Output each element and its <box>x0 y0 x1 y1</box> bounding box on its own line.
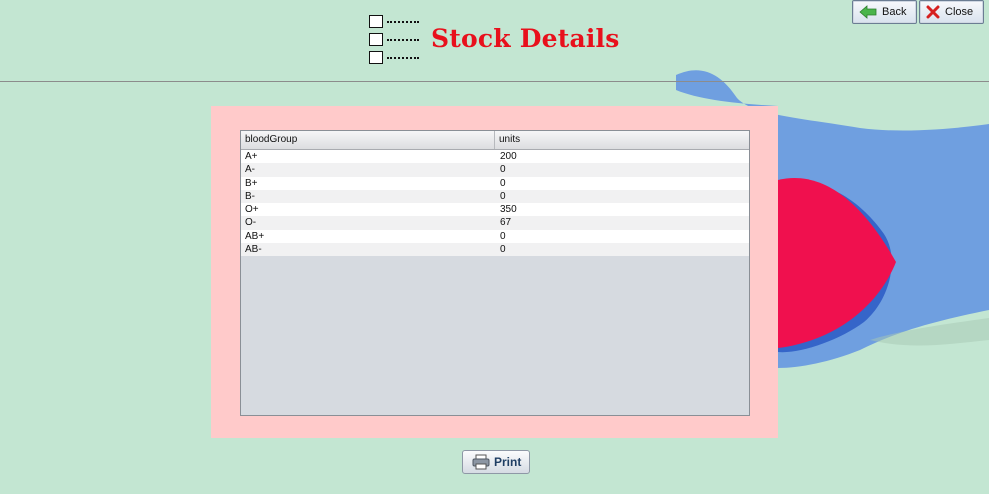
table-row[interactable]: B+ 0 <box>241 176 749 190</box>
cell-bloodgroup: A+ <box>245 151 258 162</box>
cell-bloodgroup: O+ <box>245 204 259 216</box>
back-button[interactable]: Back <box>852 0 917 24</box>
table-row[interactable]: B- 0 <box>241 189 749 204</box>
cell-units: 0 <box>500 177 506 189</box>
cell-units: 0 <box>500 164 506 176</box>
printer-icon <box>472 454 490 470</box>
cell-bloodgroup: O- <box>245 217 257 229</box>
table-row[interactable]: A+ 200 <box>241 150 749 164</box>
back-button-label: Back <box>882 6 907 18</box>
stock-table[interactable]: bloodGroup units A+ 200 A- 0 B+ 0 B- 0 O+ 350… <box>240 130 750 416</box>
gear-icon <box>369 33 383 46</box>
cell-units: 0 <box>500 244 506 256</box>
picture-icon <box>369 15 383 28</box>
page-title: Stock Details <box>431 24 620 53</box>
cell-units: 200 <box>500 151 517 162</box>
cell-units: 0 <box>500 230 506 242</box>
print-button[interactable]: Print <box>462 450 530 474</box>
cell-bloodgroup: A- <box>245 164 255 176</box>
dotted-line <box>387 57 419 59</box>
cell-units: 67 <box>500 217 512 229</box>
sun-icon <box>369 51 383 64</box>
cell-bloodgroup: B- <box>245 190 255 202</box>
close-button-label: Close <box>945 6 974 18</box>
cell-bloodgroup: AB- <box>245 244 262 256</box>
table-row[interactable]: O+ 350 <box>241 203 749 217</box>
table-body: A+ 200 A- 0 B+ 0 B- 0 O+ 350 O- 67 AB+ 0 AB- 0 <box>241 150 749 257</box>
table-row[interactable]: O- 67 <box>241 216 749 230</box>
table-row[interactable]: AB- 0 <box>241 243 749 257</box>
cell-units: 0 <box>500 190 506 202</box>
back-arrow-icon <box>859 5 877 19</box>
close-button[interactable]: Close <box>919 0 984 24</box>
column-header-bloodgroup[interactable]: bloodGroup <box>241 131 495 149</box>
cell-bloodgroup: B+ <box>245 177 258 189</box>
cell-bloodgroup: AB+ <box>245 230 265 242</box>
dotted-line <box>387 21 419 23</box>
header-divider <box>0 81 989 82</box>
column-header-units[interactable]: units <box>495 131 749 149</box>
cell-units: 350 <box>500 204 517 216</box>
header-emblem <box>369 15 425 65</box>
close-icon <box>926 5 940 19</box>
dotted-line <box>387 39 419 41</box>
table-header: bloodGroup units <box>241 131 749 150</box>
print-button-label: Print <box>494 455 522 469</box>
table-row[interactable]: A- 0 <box>241 163 749 177</box>
table-row[interactable]: AB+ 0 <box>241 229 749 244</box>
